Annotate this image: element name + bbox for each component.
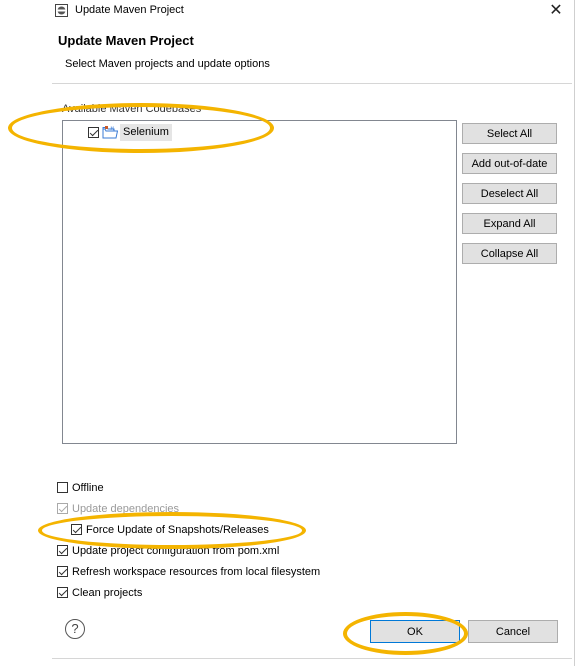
footer-divider	[52, 658, 572, 659]
page-title: Update Maven Project	[58, 33, 194, 48]
project-folder-icon: M	[102, 126, 118, 139]
window-title: Update Maven Project	[75, 4, 184, 16]
update-maven-project-dialog: Update Maven Project ✕ Update Maven Proj…	[0, 0, 575, 666]
select-all-button[interactable]: Select All	[462, 123, 557, 144]
offline-label: Offline	[72, 482, 104, 494]
page-description: Select Maven projects and update options	[65, 58, 270, 70]
help-icon: ?	[71, 621, 79, 636]
deselect-all-button[interactable]: Deselect All	[462, 183, 557, 204]
update-dependencies-label: Update dependencies	[72, 503, 180, 515]
close-icon: ✕	[549, 2, 563, 19]
add-out-of-date-button[interactable]: Add out-of-date	[462, 153, 557, 174]
expand-all-button[interactable]: Expand All	[462, 213, 557, 234]
header-divider	[52, 83, 572, 84]
selenium-checkbox[interactable]	[88, 127, 99, 138]
tree-item-label: Selenium	[120, 124, 172, 141]
codebases-tree[interactable]: M Selenium	[62, 120, 457, 444]
collapse-all-button[interactable]: Collapse All	[462, 243, 557, 264]
refresh-workspace-checkbox[interactable]	[57, 566, 68, 577]
update-config-checkbox[interactable]	[57, 545, 68, 556]
svg-text:M: M	[111, 126, 115, 131]
update-config-label: Update project configuration from pom.xm…	[72, 545, 280, 557]
eclipse-app-icon	[55, 4, 68, 17]
force-update-checkbox[interactable]	[71, 524, 82, 535]
help-button[interactable]: ?	[65, 619, 85, 639]
clean-projects-checkbox[interactable]	[57, 587, 68, 598]
clean-projects-label: Clean projects	[72, 587, 143, 599]
update-dependencies-checkbox	[57, 503, 68, 514]
codebases-label: Available Maven Codebases	[62, 103, 202, 115]
force-update-label: Force Update of Snapshots/Releases	[86, 524, 269, 536]
offline-checkbox[interactable]	[57, 482, 68, 493]
cancel-button[interactable]: Cancel	[468, 620, 558, 643]
close-button[interactable]: ✕	[543, 0, 569, 22]
refresh-workspace-label: Refresh workspace resources from local f…	[72, 566, 321, 578]
ok-button[interactable]: OK	[370, 620, 460, 643]
title-bar[interactable]: Update Maven Project ✕	[0, 0, 574, 22]
